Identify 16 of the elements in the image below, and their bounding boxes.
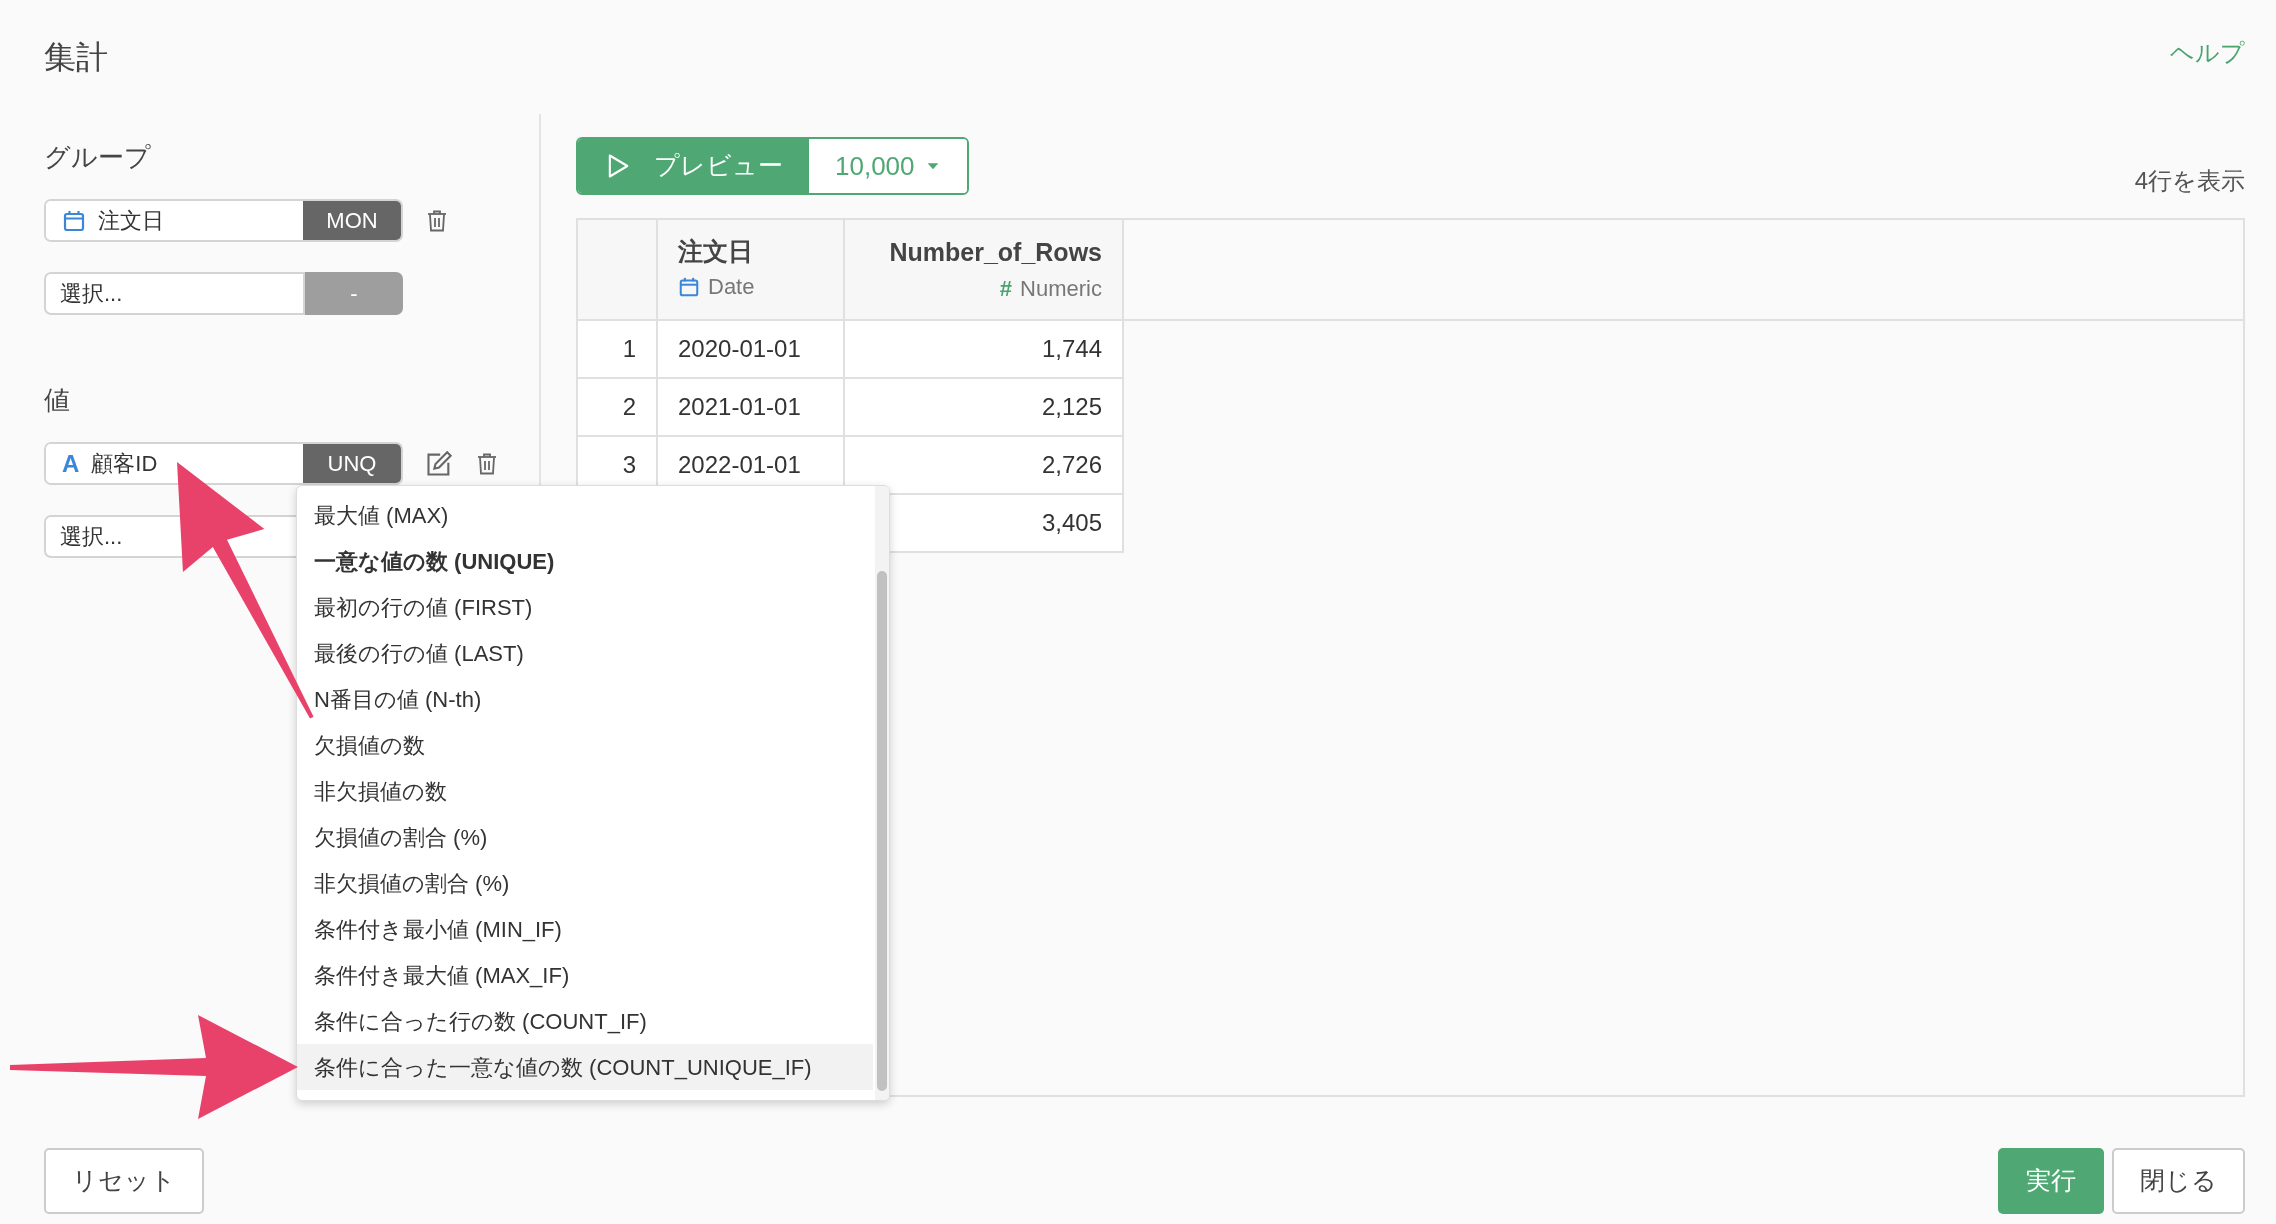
table-cell: 1,744 <box>844 320 1123 378</box>
row-count-label: 4行を表示 <box>2134 166 2245 196</box>
column-name: Number_of_Rows <box>888 237 1102 269</box>
table-cell: 2020-01-01 <box>657 320 844 378</box>
section-label: グループ <box>44 141 152 174</box>
numeric-type-icon: # <box>999 271 1013 305</box>
table-cell: 2,125 <box>844 378 1123 436</box>
column-type: Numeric <box>1020 274 1102 303</box>
column-type: Date <box>708 273 755 301</box>
table-cell: 2021-01-01 <box>657 378 844 436</box>
table-cell: 2,726 <box>844 436 1123 494</box>
row-number: 2 <box>578 378 657 436</box>
page-title: 集計 <box>44 38 108 77</box>
row-number: 1 <box>578 320 657 378</box>
section-label: 値 <box>44 384 71 417</box>
column-name: 注文日 <box>678 235 754 267</box>
